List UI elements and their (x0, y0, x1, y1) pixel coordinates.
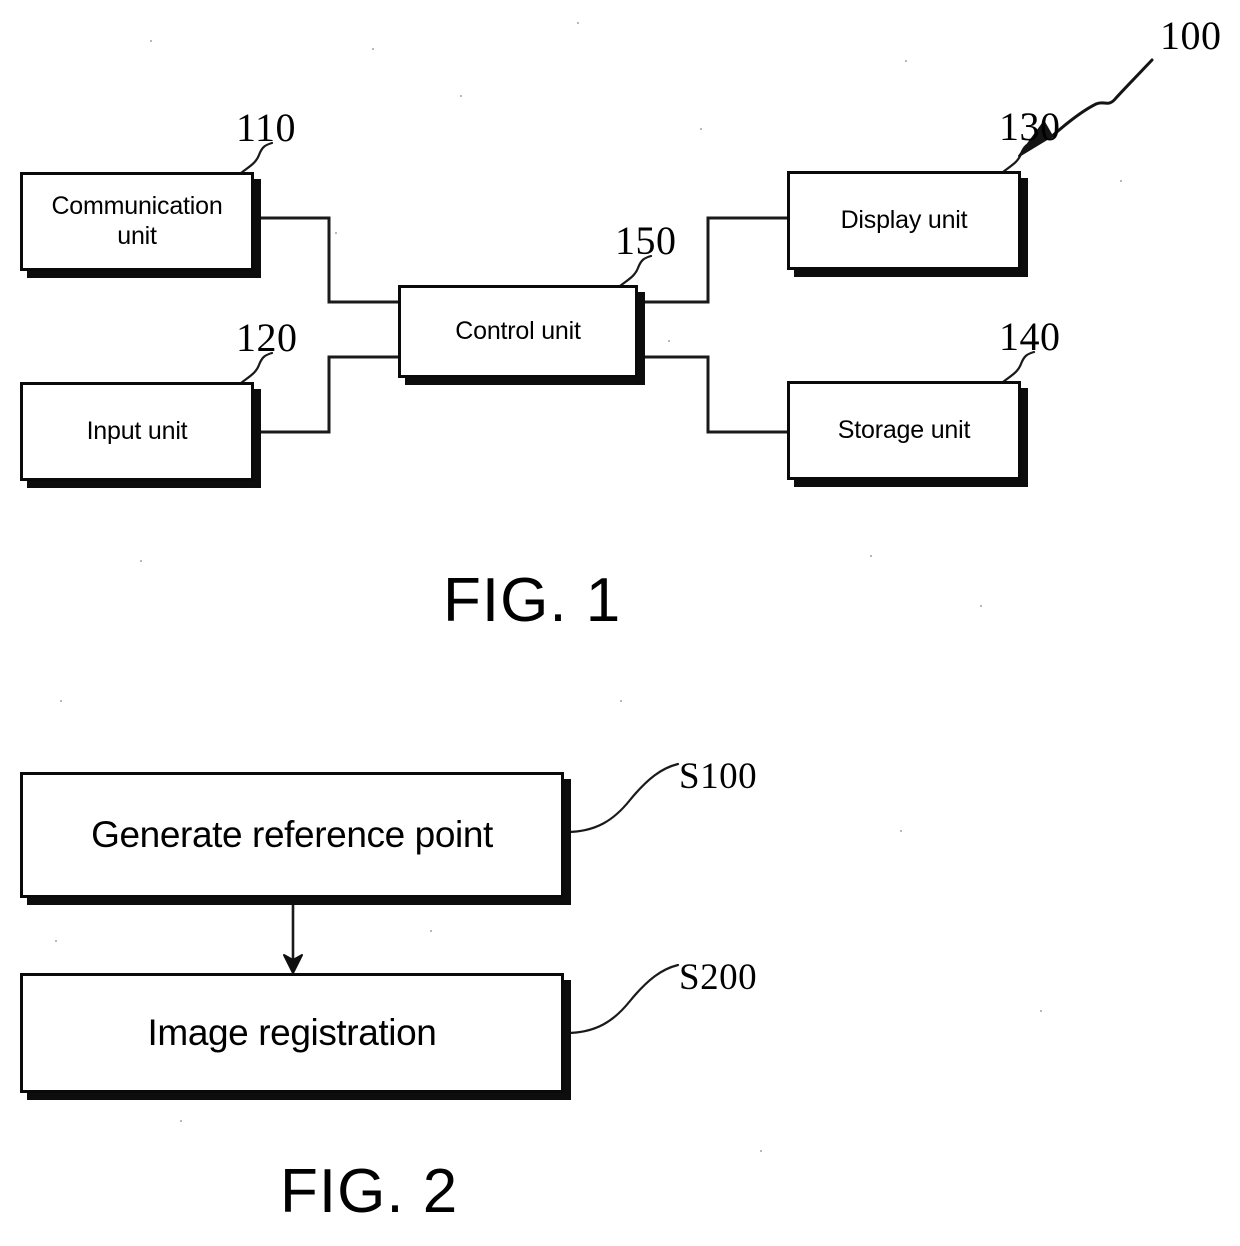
connector-control-to-storage (639, 355, 787, 434)
image-registration-box[interactable]: Image registration (20, 973, 564, 1093)
scan-speckle (1040, 1010, 1042, 1012)
scan-speckle (900, 830, 902, 832)
generate-reference-point-label: Generate reference point (91, 814, 493, 856)
scan-speckle (1120, 180, 1122, 182)
generate-reference-point-box[interactable]: Generate reference point (20, 772, 564, 898)
reference-numeral-100: 100 (1160, 13, 1222, 58)
scan-speckle (760, 1150, 762, 1152)
reference-numeral-S100: S100 (679, 756, 758, 797)
scan-speckle (372, 48, 374, 50)
communication-unit-label: Communication unit (51, 192, 223, 250)
image-registration-label: Image registration (147, 1012, 437, 1054)
patent-figure-sheet: Communication unit Input unit Control uni… (0, 0, 1240, 1246)
figure-1-caption: FIG. 1 (443, 566, 622, 635)
control-unit-label: Control unit (455, 316, 581, 345)
scan-speckle (460, 95, 462, 97)
scan-speckle (980, 605, 982, 607)
reference-numeral-140: 140 (999, 314, 1061, 359)
input-unit-box[interactable]: Input unit (20, 382, 254, 481)
communication-unit-box[interactable]: Communication unit (20, 172, 254, 271)
reference-numeral-150: 150 (615, 218, 677, 263)
scan-speckle (668, 340, 670, 342)
reference-numeral-110: 110 (236, 105, 297, 150)
reference-numeral-S200: S200 (679, 957, 758, 998)
scan-speckle (700, 128, 702, 130)
system-ref-arrow-100 (1048, 58, 1154, 140)
scan-speckle (577, 22, 579, 24)
figure-2-caption: FIG. 2 (280, 1157, 459, 1226)
scan-speckle (150, 40, 152, 42)
scan-speckle (870, 555, 872, 557)
connector-communication-to-control (256, 216, 398, 304)
control-unit-box[interactable]: Control unit (398, 285, 638, 378)
input-unit-label: Input unit (86, 416, 188, 445)
display-unit-box[interactable]: Display unit (787, 171, 1021, 270)
scan-speckle (620, 700, 622, 702)
reference-numeral-120: 120 (236, 315, 298, 360)
connector-input-to-control (256, 355, 398, 434)
storage-unit-box[interactable]: Storage unit (787, 381, 1021, 480)
scan-speckle (335, 232, 337, 234)
storage-unit-label: Storage unit (837, 415, 971, 444)
display-unit-label: Display unit (840, 205, 968, 234)
scan-speckle (905, 60, 907, 62)
scan-speckle (60, 700, 62, 702)
reference-numeral-130: 130 (999, 104, 1061, 149)
scan-speckle (180, 1120, 182, 1122)
scan-speckle (430, 930, 432, 932)
scan-speckle (140, 560, 142, 562)
scan-speckle (55, 940, 57, 942)
